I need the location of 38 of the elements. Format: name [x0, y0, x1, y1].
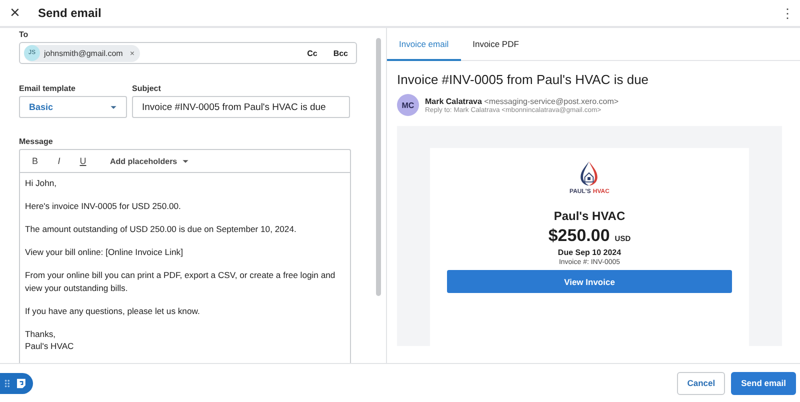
cc-link[interactable]: Cc	[307, 48, 322, 58]
message-text: If you have any questions, please let us know.	[25, 304, 201, 317]
message-text: Thanks,	[25, 328, 57, 340]
message-text: Paul's HVAC	[25, 340, 75, 352]
caret-icon	[182, 158, 190, 164]
more-options-button[interactable]: ⋮	[781, 6, 794, 20]
template-dropdown[interactable]: Basic	[19, 96, 127, 118]
italic-button[interactable]: I	[50, 156, 68, 166]
message-text: Hi John,	[25, 177, 58, 190]
placeholders-dropdown[interactable]: Add placeholders	[104, 156, 196, 166]
preview-tab[interactable]: Invoice email	[387, 28, 461, 61]
company-name: Paul's HVAC	[554, 209, 626, 223]
email-subject: Invoice #INV-0005 from Paul's HVAC is due	[397, 72, 650, 87]
message-text: View your bill online: [Online Invoice Link]	[25, 246, 184, 258]
sender-line: Mark Calatrava <messaging-service@post.xero.com>	[425, 96, 619, 106]
caret-icon	[110, 104, 117, 110]
due-date: Due Sep 10 2024	[558, 248, 622, 257]
field-label: Message	[19, 137, 54, 146]
amount-text: $250.00	[548, 226, 610, 246]
message-text: The amount outstanding of USD 250.00 is due on September 10, 2024.	[25, 223, 298, 236]
remove-icon[interactable]: ×	[130, 48, 134, 58]
field-label: To	[19, 30, 30, 39]
view-invoice-button[interactable]: View Invoice	[447, 270, 732, 293]
recipient-email: johnsmith@gmail.com	[44, 48, 123, 58]
close-button[interactable]: ×	[4, 4, 26, 22]
preview-tab[interactable]: Invoice PDF	[460, 28, 531, 61]
message-text: From your online bill you can print a PDF, export a CSV, or create a free login and view your outstanding bills.	[25, 269, 336, 294]
window-title: Send email	[38, 6, 102, 20]
field-label: Email template	[19, 84, 76, 93]
avatar: MC	[397, 94, 419, 116]
bcc-link[interactable]: Bcc	[333, 48, 352, 58]
subject-field[interactable]: Invoice #INV-0005 from Paul's HVAC is due	[132, 96, 350, 118]
bold-button[interactable]: B	[26, 156, 44, 166]
cancel-button[interactable]: Cancel	[677, 372, 726, 394]
send-button[interactable]: Send email	[731, 372, 796, 394]
field-label: Subject	[132, 84, 162, 93]
underline-button[interactable]: U	[74, 156, 92, 166]
message-text: Here's invoice INV-0005 for USD 250.00.	[25, 200, 182, 212]
